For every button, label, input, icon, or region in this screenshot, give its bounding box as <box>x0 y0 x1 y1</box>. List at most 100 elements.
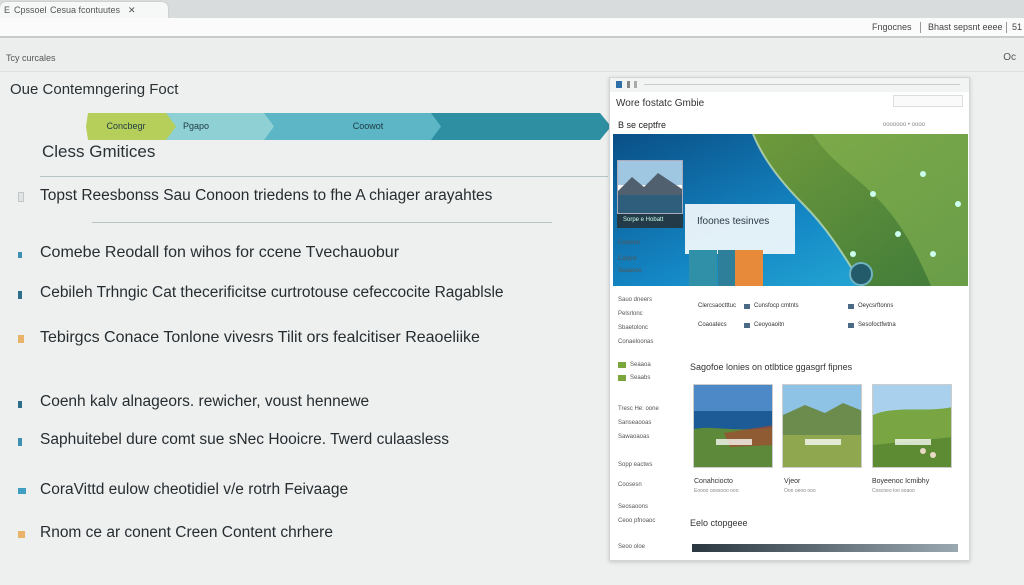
list-item[interactable]: Tebirgcs Conace Tonlone vivesrs Tilit or… <box>18 328 608 352</box>
preview-subnav[interactable]: ooooooo • oooo <box>883 122 925 128</box>
photo-badge <box>805 439 841 445</box>
page-title: Oue Contemngering Foct <box>10 81 179 98</box>
window-icon <box>634 81 637 88</box>
menu-icon[interactable]: Oc <box>1003 52 1016 63</box>
content-link[interactable]: Cunsfocp cmtnts <box>754 303 799 309</box>
sidebar-item[interactable]: Seosaoons <box>618 504 648 510</box>
content-link[interactable]: Sesofoctfwtna <box>858 322 896 328</box>
bullet-icon <box>18 401 22 408</box>
photo-subcaption: Coscneo loo soaoo <box>872 488 915 494</box>
browser-tab[interactable]: E Cpssoel Cesua fcontuutes ✕ <box>0 2 168 18</box>
sidebar-item[interactable]: Pelsrlonc <box>618 311 643 317</box>
divider <box>920 22 921 33</box>
bullet-icon <box>18 192 24 202</box>
tab-title: Cpssoel <box>14 5 47 15</box>
bullet-icon <box>18 252 22 258</box>
photo-subcaption: Eoooo oossooo ooo <box>694 488 739 494</box>
gallery-photo[interactable] <box>782 384 862 468</box>
list-item[interactable]: Rnom ce ar conent Creen Content chrhere <box>18 523 608 547</box>
list-item[interactable]: Coenh kalv alnageors. rewicher, voust he… <box>18 392 608 416</box>
photo-caption: Conahciocto <box>694 478 733 485</box>
sidebar-item[interactable]: Sbaetolonc <box>618 325 648 331</box>
divider <box>1006 22 1007 33</box>
bullet-icon <box>18 531 25 538</box>
search-input[interactable] <box>893 95 963 107</box>
website-preview-panel: Wore fostatc Gmbie B se ceptfre ooooooo … <box>609 77 970 561</box>
flow-step-1[interactable]: Concbegr <box>96 113 156 140</box>
divider <box>92 222 552 223</box>
browser-tabstrip: E Cpssoel Cesua fcontuutes ✕ <box>0 0 1024 18</box>
sidebar-item[interactable]: Sopp eactws <box>618 462 652 468</box>
tab-favicon-icon: E <box>4 5 11 15</box>
coast-photo <box>694 385 772 467</box>
flow-step-3[interactable]: Coowot <box>338 113 398 140</box>
address-bar[interactable]: Fngocnes Bhast sepsnt eeee 51 <box>0 18 1024 38</box>
hero-image: Sorpe e Hobatt Ifoones tesinves <box>613 134 968 286</box>
checkbox-icon[interactable] <box>618 375 626 381</box>
link-icon <box>848 323 854 328</box>
sidebar-item[interactable]: Sanseaooas <box>618 420 651 426</box>
content-link[interactable]: Oeycsrftonns <box>858 303 893 309</box>
close-icon[interactable]: ✕ <box>128 5 136 16</box>
list-item[interactable]: Topst Reesbonss Sau Conoon triedens to f… <box>18 186 608 210</box>
sidebar-item[interactable]: Sauo dneers <box>618 297 652 303</box>
content-link[interactable]: Clercsaoctttuc <box>698 303 736 309</box>
sidebar-item[interactable]: Seaaoa <box>630 362 651 368</box>
list-item[interactable]: Comebe Reodall fon wihos for ccene Tvech… <box>18 243 608 267</box>
list-item[interactable]: Cebileh Trhngic Cat thecerificitse curtr… <box>18 283 608 307</box>
sidebar-item[interactable]: Seaabs <box>630 375 650 381</box>
bullet-icon <box>18 335 24 343</box>
hill-village-photo <box>873 385 951 467</box>
content-link[interactable]: Ceoyoaoitn <box>754 322 784 328</box>
valley-photo <box>783 385 861 467</box>
secondary-toolbar: Tcy curcales Oc <box>0 40 1024 72</box>
divider <box>644 84 960 85</box>
list-item[interactable]: CoraVittd eulow cheotidiel v/e rotrh Fei… <box>18 480 608 504</box>
address-right-label: 51 <box>1012 22 1023 32</box>
section-heading: Eelo ctopgeee <box>690 518 748 528</box>
photo-subcaption: Oon oeoo ooo <box>784 488 816 494</box>
photo-caption: Boyeenoc Icmibhy <box>872 478 930 485</box>
gallery-photo[interactable] <box>872 384 952 468</box>
photo-caption: Vjeor <box>784 478 801 485</box>
sidebar-item[interactable]: Cadyst <box>618 256 637 262</box>
section-subtitle: Cless Gmitices <box>42 142 156 161</box>
bullet-icon <box>18 488 26 494</box>
sidebar-item[interactable]: Conaeloonas <box>618 339 653 345</box>
hero-tab[interactable] <box>689 250 717 286</box>
divider <box>40 176 608 177</box>
window-icon <box>616 81 622 88</box>
sidebar-item[interactable]: Tresc He: oone <box>618 406 659 412</box>
bullet-icon <box>18 291 22 299</box>
list-item[interactable]: Saphuitebel dure comt sue sNec Hooicre. … <box>18 430 608 454</box>
bullet-icon <box>18 438 22 446</box>
link-icon <box>744 323 750 328</box>
photo-badge <box>716 439 752 445</box>
checkbox-icon[interactable] <box>618 362 626 368</box>
sidebar-item[interactable]: Coosesn <box>618 482 642 488</box>
address-right-label[interactable]: Fngocnes <box>872 22 912 32</box>
mountain-lake-thumbnail <box>618 161 682 213</box>
sidebar-item[interactable]: Cowoon <box>618 240 640 246</box>
sidebar-item[interactable]: Ceoo pfnoaoc <box>618 518 655 524</box>
link-icon <box>744 304 750 309</box>
hero-thumbnail[interactable] <box>617 160 683 214</box>
footer-bar <box>692 544 958 552</box>
window-icon <box>627 81 630 88</box>
toolbar-label[interactable]: Tcy curcales <box>6 53 56 63</box>
location-marker-icon[interactable] <box>849 262 873 286</box>
link-icon <box>848 304 854 309</box>
gallery-heading: Sagofoe lonies on otlbtice ggasgrf fipne… <box>690 362 853 372</box>
hero-caption-card: Ifoones tesinves <box>685 204 795 254</box>
flow-step-2[interactable]: Pgapo <box>168 113 224 140</box>
sidebar-item[interactable]: Sawaoaoas <box>618 434 649 440</box>
preview-subtitle: B se ceptfre <box>618 120 667 130</box>
gallery-photo[interactable] <box>693 384 773 468</box>
content-link[interactable]: Coaoatecs <box>698 322 727 328</box>
preview-titlebar <box>610 78 969 92</box>
hero-tab[interactable] <box>735 250 763 286</box>
sidebar-item[interactable]: Seoo oloe <box>618 544 645 550</box>
sidebar-item[interactable]: Seaaoos <box>618 268 642 274</box>
hero-thumbnail-label: Sorpe e Hobatt <box>617 214 683 228</box>
address-right-label[interactable]: Bhast sepsnt eeee <box>928 22 1003 32</box>
